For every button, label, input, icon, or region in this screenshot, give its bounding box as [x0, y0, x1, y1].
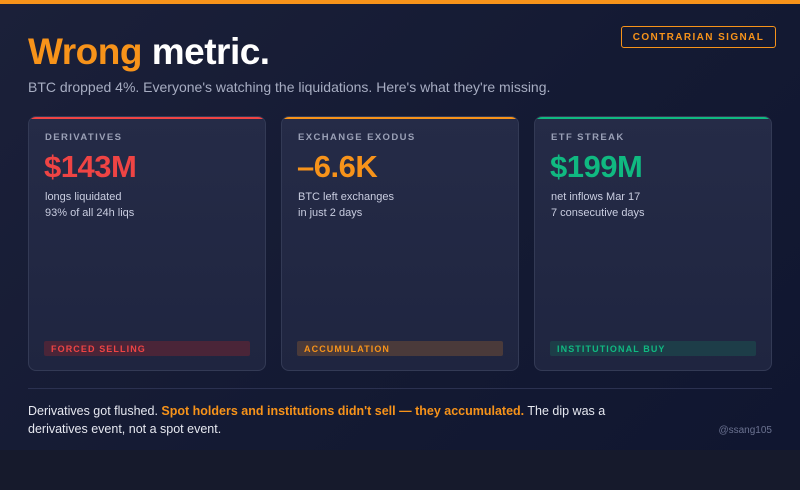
- divider: [28, 388, 772, 389]
- card-description-line: BTC left exchanges: [298, 191, 394, 203]
- contrarian-signal-badge: CONTRARIAN SIGNAL: [621, 26, 776, 48]
- card-description: net inflows Mar 17 7 consecutive days: [551, 189, 645, 221]
- card-description-line: longs liquidated: [45, 191, 122, 203]
- card-description-line: 93% of all 24h liqs: [45, 207, 135, 219]
- headline-accent: Wrong: [28, 31, 142, 72]
- derivatives-card: DERIVATIVES $143M longs liquidated 93% o…: [28, 116, 266, 371]
- card-description-line: in just 2 days: [298, 207, 363, 219]
- card-description: BTC left exchanges in just 2 days: [298, 189, 394, 221]
- summary-highlight: Spot holders and institutions didn't sel…: [161, 404, 525, 418]
- etf-streak-card: ETF STREAK $199M net inflows Mar 17 7 co…: [534, 116, 772, 371]
- footer-band: [0, 450, 800, 490]
- card-value: –6.6K: [297, 149, 378, 184]
- card-description-line: net inflows Mar 17: [551, 191, 641, 203]
- card-description-line: 7 consecutive days: [551, 207, 645, 219]
- card-tag: ACCUMULATION: [297, 341, 503, 356]
- exchange-exodus-card: EXCHANGE EXODUS –6.6K BTC left exchanges…: [281, 116, 519, 371]
- card-value: $199M: [550, 149, 643, 184]
- card-tag: FORCED SELLING: [44, 341, 250, 356]
- card-tag: INSTITUTIONAL BUY: [550, 341, 756, 356]
- card-description: longs liquidated 93% of all 24h liqs: [45, 189, 134, 221]
- subtitle: BTC dropped 4%. Everyone's watching the …: [28, 79, 551, 95]
- headline: Wrong metric.: [28, 32, 270, 72]
- card-label: EXCHANGE EXODUS: [298, 132, 416, 143]
- headline-main: metric.: [151, 31, 270, 72]
- card-label: DERIVATIVES: [45, 132, 123, 143]
- infographic-canvas: Wrong metric. BTC dropped 4%. Everyone's…: [0, 0, 800, 450]
- summary-part: Derivatives got flushed.: [28, 404, 162, 418]
- summary-text: Derivatives got flushed. Spot holders an…: [28, 402, 668, 438]
- card-value: $143M: [44, 149, 137, 184]
- card-label: ETF STREAK: [551, 132, 625, 143]
- author-handle: @ssang105: [718, 425, 772, 436]
